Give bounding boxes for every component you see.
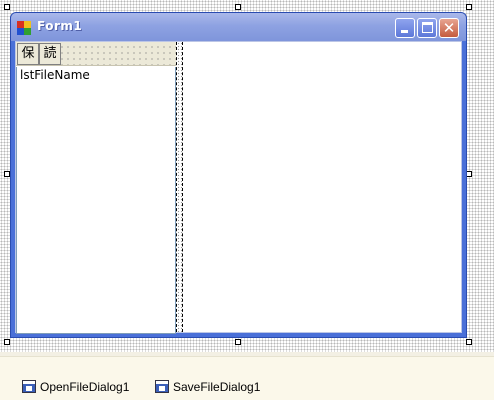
maximize-icon (422, 22, 433, 33)
resize-handle-top-center[interactable] (235, 4, 241, 10)
form-app-icon (17, 21, 31, 35)
save-toolbar-button[interactable]: 保 (17, 43, 39, 65)
title-bar[interactable]: Form1 ✕ (11, 13, 466, 41)
minimize-icon (401, 30, 408, 33)
resize-handle-top-right[interactable] (466, 4, 472, 10)
split-panel-left[interactable]: 保 読 lstFileName (16, 42, 176, 334)
maximize-button[interactable] (417, 18, 437, 38)
close-button[interactable]: ✕ (439, 18, 459, 38)
minimize-button[interactable] (395, 18, 415, 38)
save-file-dialog-icon (155, 380, 169, 393)
listbox-name-label: lstFileName (20, 68, 90, 82)
read-toolbar-button[interactable]: 読 (39, 43, 61, 65)
resize-handle-bottom-center[interactable] (235, 339, 241, 345)
split-panel-right[interactable] (183, 42, 461, 332)
resize-handle-bottom-left[interactable] (4, 339, 10, 345)
form-title: Form1 (37, 19, 83, 33)
resize-handle-bottom-right[interactable] (466, 339, 472, 345)
open-file-dialog-icon (22, 380, 36, 393)
splitter-bar[interactable] (176, 42, 183, 332)
form-window[interactable]: Form1 ✕ 保 読 lstFileName (10, 12, 467, 338)
component-tray: OpenFileDialog1 SaveFileDialog1 (0, 356, 494, 400)
open-file-dialog-label: OpenFileDialog1 (40, 380, 130, 394)
save-file-dialog-label: SaveFileDialog1 (173, 380, 261, 394)
form-client-area: 保 読 lstFileName (15, 41, 462, 334)
resize-handle-top-left[interactable] (4, 4, 10, 10)
close-icon: ✕ (442, 19, 456, 37)
toolstrip[interactable]: 保 読 (16, 42, 176, 66)
file-name-listbox[interactable]: lstFileName (16, 67, 176, 334)
